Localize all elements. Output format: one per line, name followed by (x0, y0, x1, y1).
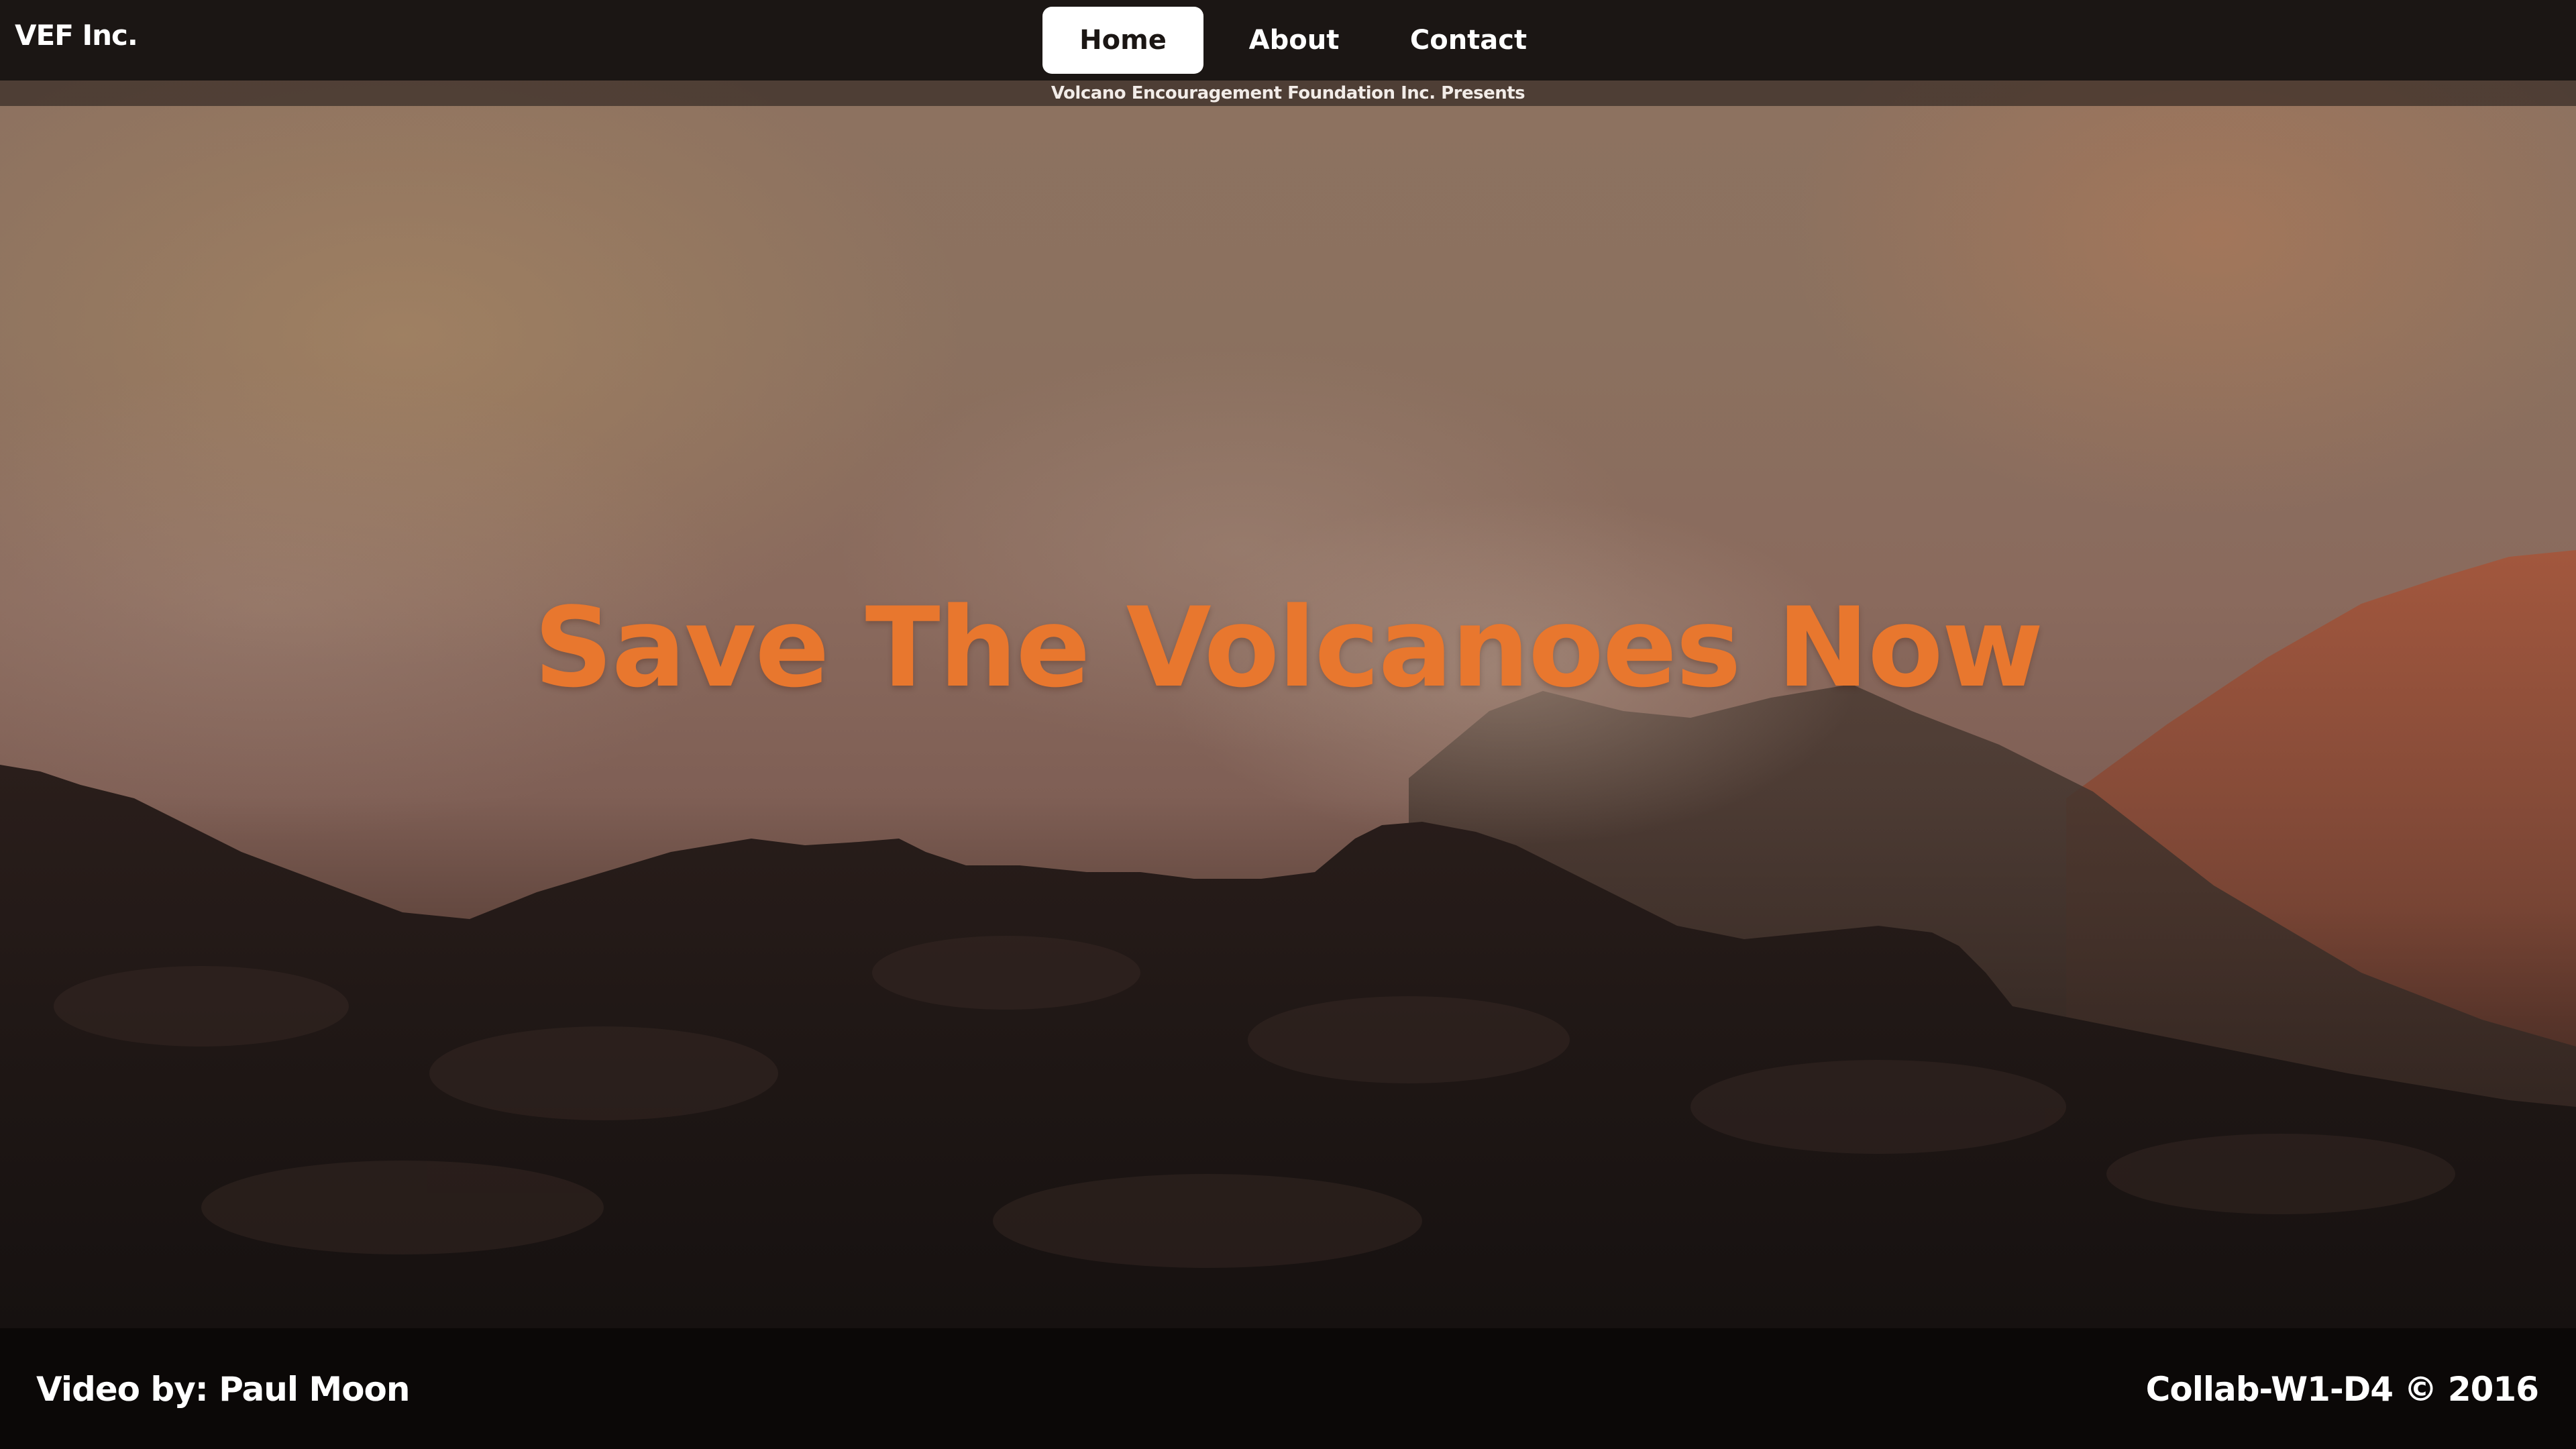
top-navbar: VEF Inc. Home About Contact (0, 0, 2576, 80)
main-nav: Home About Contact (1042, 7, 1552, 74)
copyright-text: Collab-W1-D4 © 2016 (2145, 1370, 2539, 1409)
nav-about[interactable]: About (1203, 7, 1385, 74)
nav-home[interactable]: Home (1042, 7, 1203, 74)
nav-contact[interactable]: Contact (1385, 7, 1552, 74)
footer: Video by: Paul Moon Collab-W1-D4 © 2016 (0, 1328, 2576, 1449)
presents-banner: Volcano Encouragement Foundation Inc. Pr… (0, 80, 2576, 106)
presents-text: Volcano Encouragement Foundation Inc. Pr… (1051, 83, 1525, 103)
page: VEF Inc. Home About Contact Volcano Enco… (0, 0, 2576, 1449)
brand-logo[interactable]: VEF Inc. (15, 19, 138, 52)
hero-headline: Save The Volcanoes Now (533, 584, 2043, 712)
video-credit: Video by: Paul Moon (36, 1370, 410, 1409)
